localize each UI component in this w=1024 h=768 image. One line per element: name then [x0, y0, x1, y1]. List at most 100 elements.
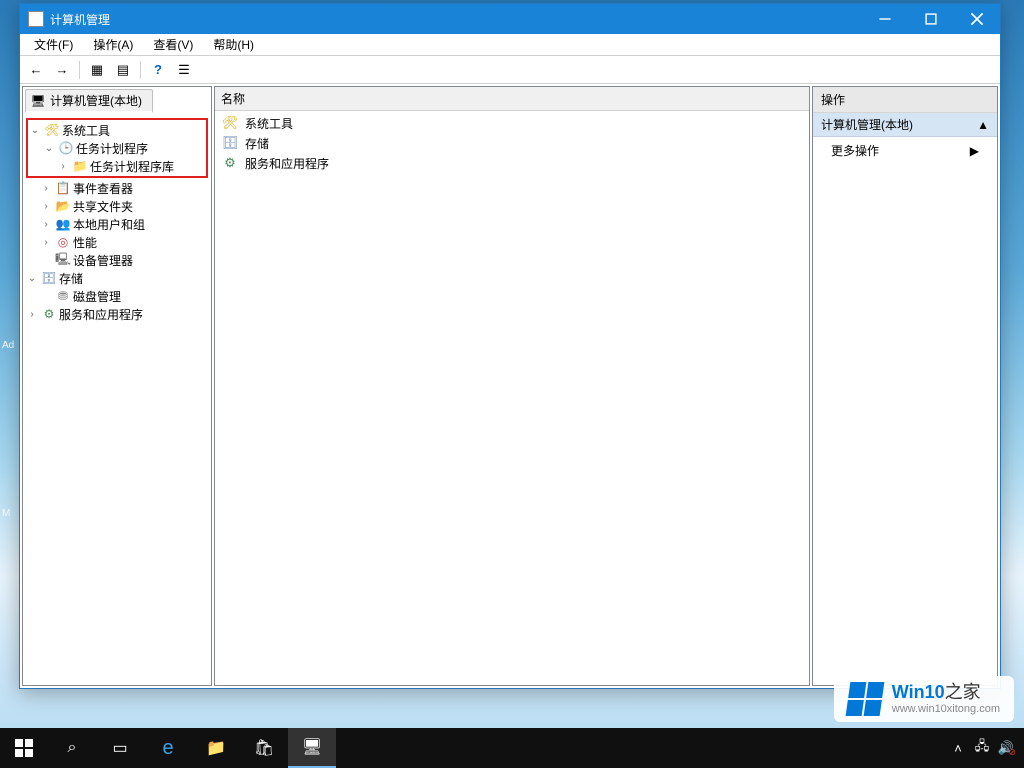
list-item-label: 存储: [245, 135, 269, 152]
desktop-icon[interactable]: [2, 452, 18, 468]
arrow-right-icon: →: [56, 62, 69, 77]
storage-icon: 🗄: [41, 270, 57, 286]
disk-icon: ⛃: [55, 288, 71, 304]
services-icon: ⚙: [41, 306, 57, 322]
expander-icon[interactable]: ⌄: [25, 273, 39, 284]
list-item[interactable]: 🗄 存储: [217, 133, 807, 153]
properties-icon: ☰: [178, 62, 190, 78]
maximize-button[interactable]: [908, 4, 954, 34]
list-icon: ▤: [117, 62, 129, 78]
menubar: 文件(F) 操作(A) 查看(V) 帮助(H): [20, 34, 1000, 56]
desktop-icon[interactable]: M: [2, 508, 18, 524]
tree-root-label: 计算机管理(本地): [50, 92, 142, 109]
details-pane: 名称 🛠 系统工具 🗄 存储 ⚙ 服务和应用程序: [214, 86, 810, 686]
tree-label: 设备管理器: [73, 252, 133, 269]
help-icon: ?: [154, 62, 162, 77]
taskbar-app-edge[interactable]: e: [144, 728, 192, 768]
watermark-text: Win10之家 www.win10xitong.com: [892, 683, 1000, 715]
arrow-left-icon: ←: [30, 62, 43, 77]
tray-chevron-icon[interactable]: ˄: [950, 740, 966, 756]
menu-action[interactable]: 操作(A): [83, 34, 143, 55]
desktop-icon[interactable]: Ad: [2, 340, 18, 356]
close-button[interactable]: [954, 4, 1000, 34]
tree-root-node[interactable]: 🖥 计算机管理(本地): [25, 89, 153, 113]
properties-button[interactable]: ☰: [172, 59, 196, 81]
taskbar-app-explorer[interactable]: 📁: [192, 728, 240, 768]
device-icon: 🖳: [55, 252, 71, 268]
minimize-button[interactable]: [862, 4, 908, 34]
clock-icon: 🕒: [58, 140, 74, 156]
volume-icon[interactable]: 🔊⊘: [998, 740, 1014, 756]
menu-file[interactable]: 文件(F): [24, 34, 83, 55]
tree-node-task-library[interactable]: › 📁 任务计划程序库: [28, 157, 206, 175]
expander-icon[interactable]: ›: [39, 201, 53, 212]
toolbar-separator: [79, 61, 80, 79]
tree-node-disk-management[interactable]: ⛃ 磁盘管理: [25, 287, 209, 305]
tree-node-services-apps[interactable]: › ⚙ 服务和应用程序: [25, 305, 209, 323]
navigation-tree-pane: 🖥 计算机管理(本地) ⌄ 🛠 系统工具 ⌄ 🕒 任务计划程序: [22, 86, 212, 686]
taskbar-app-store[interactable]: 🛍: [240, 728, 288, 768]
menu-help[interactable]: 帮助(H): [203, 34, 264, 55]
tree-label: 任务计划程序库: [90, 158, 174, 175]
tree-node-performance[interactable]: › ◎ 性能: [25, 233, 209, 251]
search-button[interactable]: ⌕: [48, 728, 96, 768]
tree-node-device-manager[interactable]: 🖳 设备管理器: [25, 251, 209, 269]
tree-node-event-viewer[interactable]: › 📋 事件查看器: [25, 179, 209, 197]
users-icon: 👥: [55, 216, 71, 232]
computer-icon: 🖥: [30, 93, 46, 109]
action-more[interactable]: 更多操作 ▶: [813, 137, 997, 164]
system-tray: ˄ 🖧 🔊⊘: [940, 740, 1024, 756]
expander-icon[interactable]: ›: [56, 161, 70, 172]
tree-node-shared-folders[interactable]: › 📂 共享文件夹: [25, 197, 209, 215]
folder-icon: 📁: [72, 158, 88, 174]
computer-management-window: 计算机管理 文件(F) 操作(A) 查看(V) 帮助(H) ← → ▦ ▤ ? …: [19, 3, 1001, 689]
column-header-name[interactable]: 名称: [215, 87, 809, 111]
tools-icon: 🛠: [44, 122, 60, 138]
network-icon[interactable]: 🖧: [974, 740, 990, 756]
task-view-icon: ▭: [112, 738, 127, 758]
tree-node-task-scheduler[interactable]: ⌄ 🕒 任务计划程序: [28, 139, 206, 157]
tree-node-system-tools[interactable]: ⌄ 🛠 系统工具: [28, 121, 206, 139]
expander-icon[interactable]: ›: [39, 183, 53, 194]
help-button[interactable]: ?: [146, 59, 170, 81]
export-list-button[interactable]: ▤: [111, 59, 135, 81]
window-title: 计算机管理: [50, 11, 862, 28]
expander-icon[interactable]: ›: [39, 219, 53, 230]
menu-view[interactable]: 查看(V): [143, 34, 203, 55]
highlight-annotation: ⌄ 🛠 系统工具 ⌄ 🕒 任务计划程序 › 📁 任务计划程序库: [26, 118, 208, 178]
windows-logo-icon: [15, 739, 33, 757]
storage-icon: 🗄: [221, 135, 239, 151]
taskbar-app-mmc[interactable]: 🖥: [288, 728, 336, 768]
tree-node-storage[interactable]: ⌄ 🗄 存储: [25, 269, 209, 287]
pane-icon: ▦: [91, 62, 103, 78]
expander-icon[interactable]: ⌄: [28, 125, 42, 136]
tree-label: 系统工具: [62, 122, 110, 139]
expander-icon[interactable]: ›: [25, 309, 39, 320]
expander-icon[interactable]: ›: [39, 237, 53, 248]
collapse-icon: ▲: [977, 118, 989, 132]
tree-node-local-users[interactable]: › 👥 本地用户和组: [25, 215, 209, 233]
titlebar[interactable]: 计算机管理: [20, 4, 1000, 34]
list-item-label: 服务和应用程序: [245, 155, 329, 172]
tree: ⌄ 🛠 系统工具 ⌄ 🕒 任务计划程序 › 📁 任务计划程序库: [23, 113, 211, 327]
list-item[interactable]: ⚙ 服务和应用程序: [217, 153, 807, 173]
list-item[interactable]: 🛠 系统工具: [217, 113, 807, 133]
show-hide-tree-button[interactable]: ▦: [85, 59, 109, 81]
nav-forward-button[interactable]: →: [50, 59, 74, 81]
content-panes: 🖥 计算机管理(本地) ⌄ 🛠 系统工具 ⌄ 🕒 任务计划程序: [20, 84, 1000, 688]
edge-icon: e: [162, 737, 173, 760]
expander-icon[interactable]: [39, 255, 53, 266]
start-button[interactable]: [0, 728, 48, 768]
task-view-button[interactable]: ▭: [96, 728, 144, 768]
actions-section[interactable]: 计算机管理(本地) ▲: [813, 113, 997, 137]
action-label: 更多操作: [831, 142, 879, 159]
toolbar: ← → ▦ ▤ ? ☰: [20, 56, 1000, 84]
expander-icon[interactable]: [39, 291, 53, 302]
actions-pane: 操作 计算机管理(本地) ▲ 更多操作 ▶: [812, 86, 998, 686]
tree-label: 服务和应用程序: [59, 306, 143, 323]
desktop-icons-column: Ad M: [2, 340, 18, 524]
actions-section-label: 计算机管理(本地): [821, 116, 913, 133]
desktop-icon[interactable]: [2, 396, 18, 412]
expander-icon[interactable]: ⌄: [42, 143, 56, 154]
nav-back-button[interactable]: ←: [24, 59, 48, 81]
